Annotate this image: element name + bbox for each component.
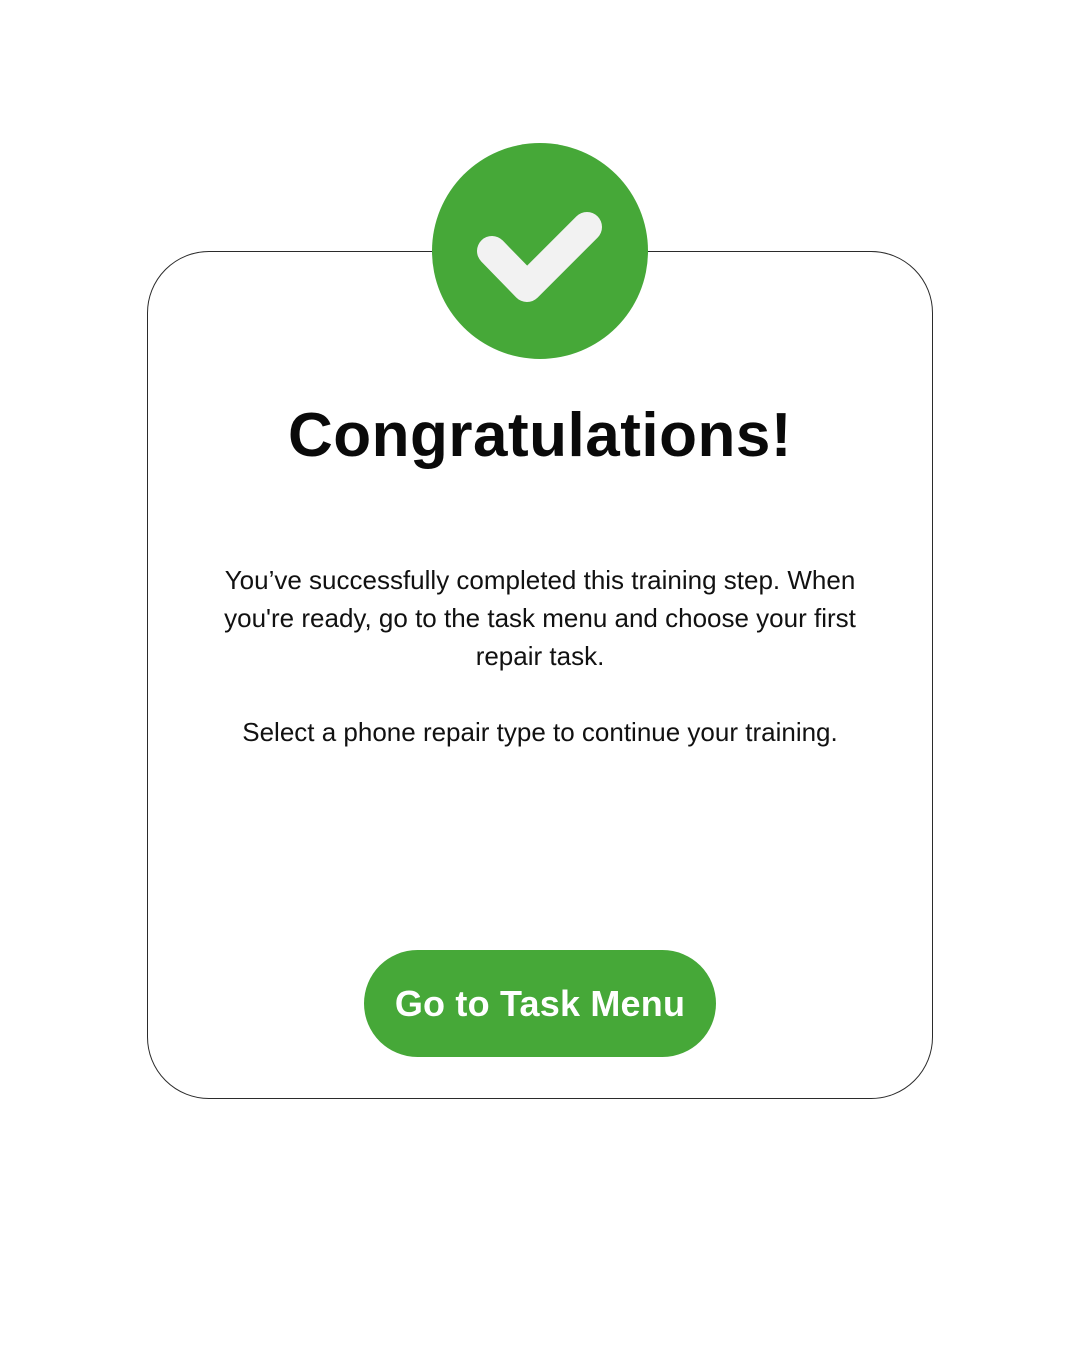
message-paragraph-2: Select a phone repair type to continue y… — [242, 717, 838, 747]
check-icon — [477, 212, 602, 302]
message-paragraph-1: You’ve successfully completed this train… — [224, 565, 856, 671]
go-to-task-menu-button[interactable]: Go to Task Menu — [364, 950, 716, 1057]
dialog-title: Congratulations! — [288, 401, 792, 470]
success-badge — [432, 143, 648, 359]
dialog-message: You’ve successfully completed this train… — [200, 561, 880, 751]
